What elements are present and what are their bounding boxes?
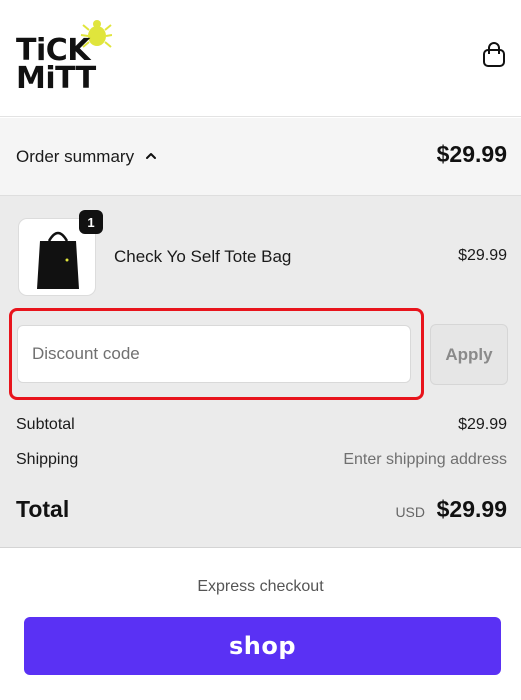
shipping-label: Shipping — [16, 451, 79, 468]
currency-code: USD — [395, 504, 425, 520]
summary-total: $29.99 — [436, 141, 507, 167]
apply-button[interactable]: Apply — [430, 324, 508, 385]
product-name: Check Yo Self Tote Bag — [114, 247, 292, 266]
cart-button[interactable] — [478, 38, 510, 72]
shop-pay-button[interactable]: shop — [24, 617, 501, 675]
logo-line-2: MiTT — [16, 61, 96, 96]
tick-mitt-logo[interactable]: TiCK MiTT — [16, 16, 116, 96]
subtotal-value: $29.99 — [458, 416, 507, 433]
total-label: Total — [16, 496, 70, 522]
order-summary-label: Order summary — [16, 147, 135, 166]
shopping-bag-icon — [483, 42, 505, 67]
order-summary-toggle[interactable]: Order summary $29.99 — [0, 118, 521, 196]
header: TiCK MiTT — [0, 0, 521, 117]
order-summary-panel: 1 Check Yo Self Tote Bag $29.99 Apply Su… — [0, 196, 521, 548]
total-value: $29.99 — [436, 496, 507, 522]
product-image: 1 — [18, 210, 103, 296]
express-checkout-label: Express checkout — [197, 578, 324, 595]
product-price: $29.99 — [458, 247, 507, 264]
quantity-badge: 1 — [79, 210, 103, 234]
subtotal-label: Subtotal — [16, 416, 75, 433]
discount-code-input[interactable] — [17, 325, 411, 383]
shipping-value: Enter shipping address — [343, 451, 507, 468]
chevron-up-icon — [146, 153, 156, 159]
